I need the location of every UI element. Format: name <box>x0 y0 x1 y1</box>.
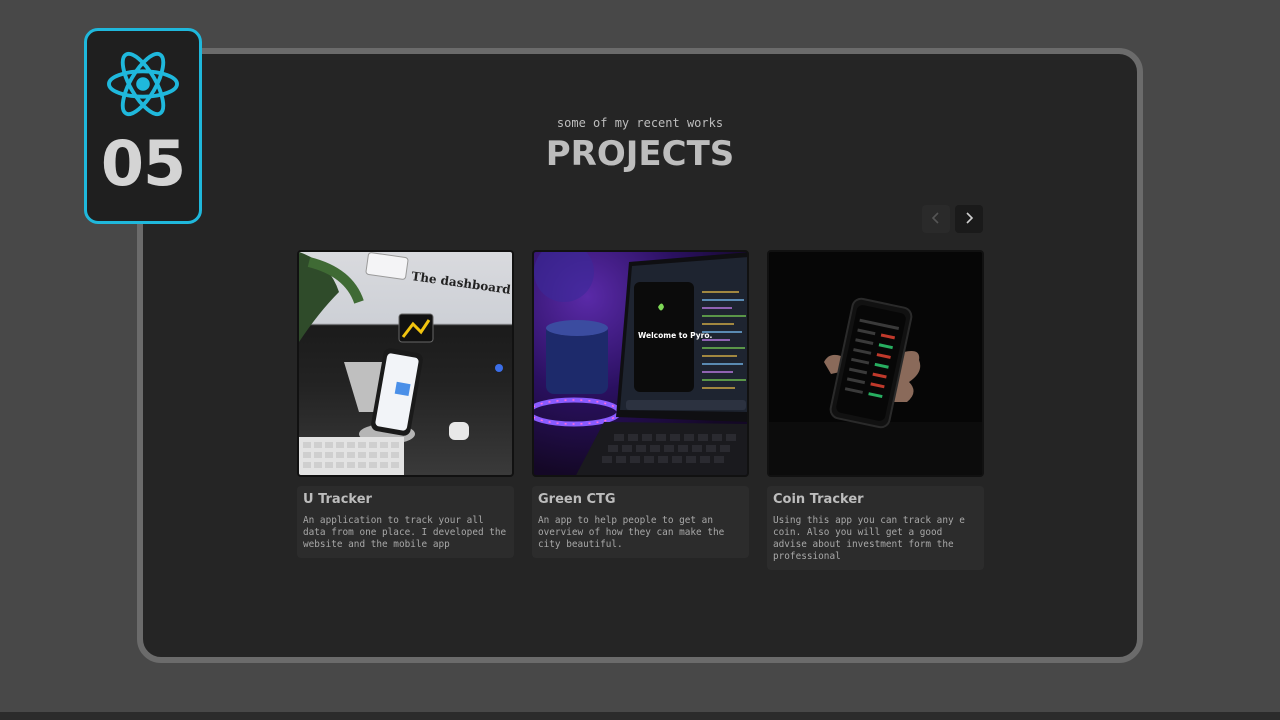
project-image <box>767 250 984 477</box>
chevron-left-icon <box>930 210 942 229</box>
project-name: Coin Tracker <box>773 492 864 507</box>
project-card-body: Coin Tracker Using this app you can trac… <box>767 486 984 570</box>
chevron-right-icon <box>963 210 975 229</box>
project-image: Welcome to Pyro. <box>532 250 749 477</box>
section-title: PROJECTS <box>545 134 735 174</box>
project-description: An app to help people to get an overview… <box>538 515 725 550</box>
prev-button[interactable] <box>922 205 950 233</box>
project-card-body: Green CTG An app to help people to get a… <box>532 486 749 558</box>
react-icon <box>104 49 182 123</box>
project-image: The dashboard <box>297 250 514 477</box>
project-name: U Tracker <box>303 492 372 507</box>
project-card[interactable]: Welcome to Pyro. Green CTG An app to hel… <box>532 250 749 558</box>
project-card[interactable]: Coin Tracker Using this app you can trac… <box>767 250 984 570</box>
project-card[interactable]: The dashboard U Tracker An application t… <box>297 250 514 558</box>
project-name: Green CTG <box>538 492 616 507</box>
project-description: An application to track your all data fr… <box>303 515 507 550</box>
bottom-bar <box>0 712 1280 720</box>
section-subtitle: some of my recent works <box>556 116 724 130</box>
project-description: Using this app you can track any e coin.… <box>773 515 965 562</box>
image-caption: The dashboard <box>411 269 513 297</box>
project-card-body: U Tracker An application to track your a… <box>297 486 514 558</box>
next-button[interactable] <box>955 205 983 233</box>
image-caption: Welcome to Pyro. <box>638 331 712 340</box>
